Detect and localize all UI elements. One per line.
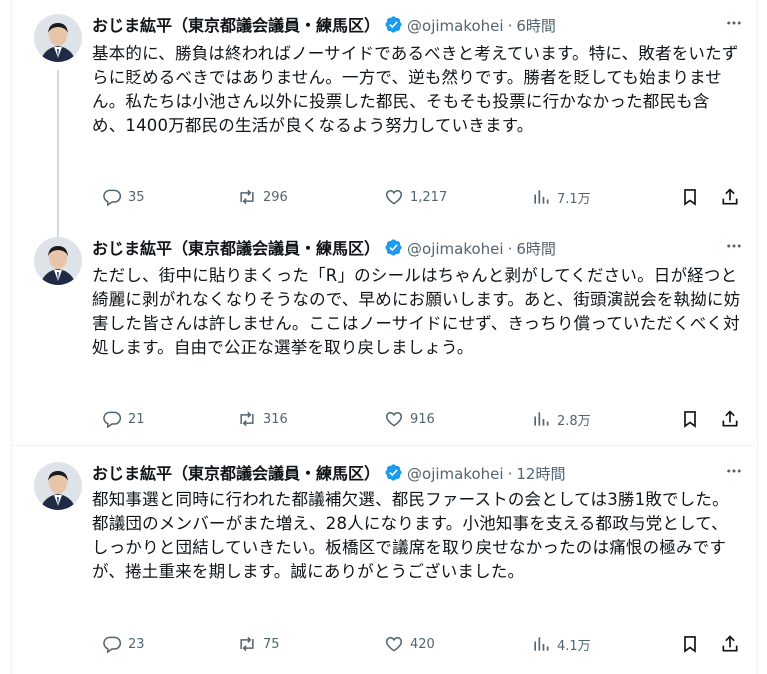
like-count: 1,217 [410, 189, 448, 205]
reply-icon [103, 411, 122, 429]
author-name[interactable]: おじま紘平（東京都議会議員・練馬区） [92, 464, 380, 483]
avatar[interactable] [34, 14, 82, 62]
share-button[interactable] [720, 407, 746, 431]
tweet-text: 都知事選と同時に行われた都議補欠選、都民ファーストの会としては3勝1敗でした。都… [92, 490, 729, 581]
share-icon [722, 410, 738, 427]
share-icon [722, 635, 738, 652]
more-icon[interactable] [725, 462, 743, 484]
retweet-icon [240, 411, 254, 427]
separator-dot: · [507, 465, 513, 483]
views-icon [534, 637, 549, 651]
tweet-3[interactable]: おじま紘平（東京都議会議員・練馬区） @ojimakohei · 12時間 都知事選と… [12, 446, 755, 672]
tweet-actions: 23 75 420 4.1万 [92, 632, 752, 656]
tweet-header: おじま紘平（東京都議会議員・練馬区） @ojimakohei · 12時間 [92, 463, 565, 485]
share-button[interactable] [720, 185, 746, 209]
views-button[interactable]: 2.8万 [531, 407, 591, 431]
bookmark-button[interactable] [680, 632, 706, 656]
view-count: 4.1万 [557, 638, 591, 654]
view-count: 7.1万 [557, 191, 591, 207]
tweet-actions: 35 296 1,217 7.1万 [92, 185, 752, 209]
like-button[interactable]: 1,217 [384, 185, 447, 209]
tweet-text: ただし、街中に貼りまくった「R」のシールはちゃんと剥がしてください。日が経つと綺… [92, 266, 741, 357]
views-button[interactable]: 7.1万 [531, 185, 591, 209]
bookmark-icon [684, 189, 696, 206]
tweet-text: 基本的に、勝負は終わればノーサイドであるべきと考えています。特に、敗者をいたずら… [92, 44, 739, 135]
avatar[interactable] [34, 237, 82, 285]
like-count: 420 [410, 636, 435, 652]
reply-count: 21 [128, 411, 145, 427]
share-icon [722, 188, 738, 205]
heart-icon [385, 411, 403, 427]
more-icon[interactable] [725, 237, 743, 259]
heart-icon [385, 636, 403, 652]
retweet-count: 316 [263, 411, 288, 427]
like-button[interactable]: 916 [384, 407, 435, 431]
verified-badge-icon [384, 15, 403, 40]
bookmark-button[interactable] [680, 185, 706, 209]
tweet-2[interactable]: おじま紘平（東京都議会議員・練馬区） @ojimakohei · 6時間 ただし、街中… [12, 225, 755, 446]
tweet-actions: 21 316 916 2.8万 [92, 407, 752, 431]
avatar[interactable] [34, 462, 82, 510]
author-handle[interactable]: @ojimakohei [407, 465, 504, 483]
views-icon [534, 190, 549, 204]
author-handle[interactable]: @ojimakohei [407, 240, 504, 258]
retweet-button[interactable]: 316 [237, 407, 288, 431]
reply-icon [103, 189, 122, 207]
retweet-icon [240, 636, 254, 652]
retweet-count: 75 [263, 636, 280, 652]
retweet-icon [240, 189, 254, 205]
share-button[interactable] [720, 632, 746, 656]
reply-button[interactable]: 23 [102, 632, 145, 656]
tweet-header: おじま紘平（東京都議会議員・練馬区） @ojimakohei · 6時間 [92, 15, 556, 37]
author-name[interactable]: おじま紘平（東京都議会議員・練馬区） [92, 239, 380, 258]
reply-icon [103, 636, 122, 654]
more-icon[interactable] [725, 14, 743, 36]
tweet-time[interactable]: 6時間 [516, 240, 556, 258]
views-icon [534, 412, 549, 426]
separator-dot: · [507, 17, 513, 35]
bookmark-button[interactable] [680, 407, 706, 431]
reply-button[interactable]: 21 [102, 407, 145, 431]
author-handle[interactable]: @ojimakohei [407, 17, 504, 35]
bookmark-icon [684, 411, 696, 428]
view-count: 2.8万 [557, 413, 591, 429]
reply-button[interactable]: 35 [102, 185, 145, 209]
tweet-header: おじま紘平（東京都議会議員・練馬区） @ojimakohei · 6時間 [92, 238, 556, 260]
separator-dot: · [507, 240, 513, 258]
heart-icon [385, 189, 403, 205]
like-count: 916 [410, 411, 435, 427]
tweet-1[interactable]: おじま紘平（東京都議会議員・練馬区） @ojimakohei · 6時間 基本的に、勝… [12, 0, 755, 240]
retweet-button[interactable]: 75 [237, 632, 280, 656]
tweet-time[interactable]: 12時間 [516, 465, 565, 483]
tweet-time[interactable]: 6時間 [516, 17, 556, 35]
reply-count: 35 [128, 189, 145, 205]
views-button[interactable]: 4.1万 [531, 632, 591, 656]
verified-badge-icon [384, 238, 403, 263]
like-button[interactable]: 420 [384, 632, 435, 656]
bookmark-icon [684, 636, 696, 653]
author-name[interactable]: おじま紘平（東京都議会議員・練馬区） [92, 16, 380, 35]
thread-connector-line [57, 70, 59, 240]
retweet-button[interactable]: 296 [237, 185, 288, 209]
reply-count: 23 [128, 636, 145, 652]
verified-badge-icon [384, 463, 403, 488]
retweet-count: 296 [263, 189, 288, 205]
